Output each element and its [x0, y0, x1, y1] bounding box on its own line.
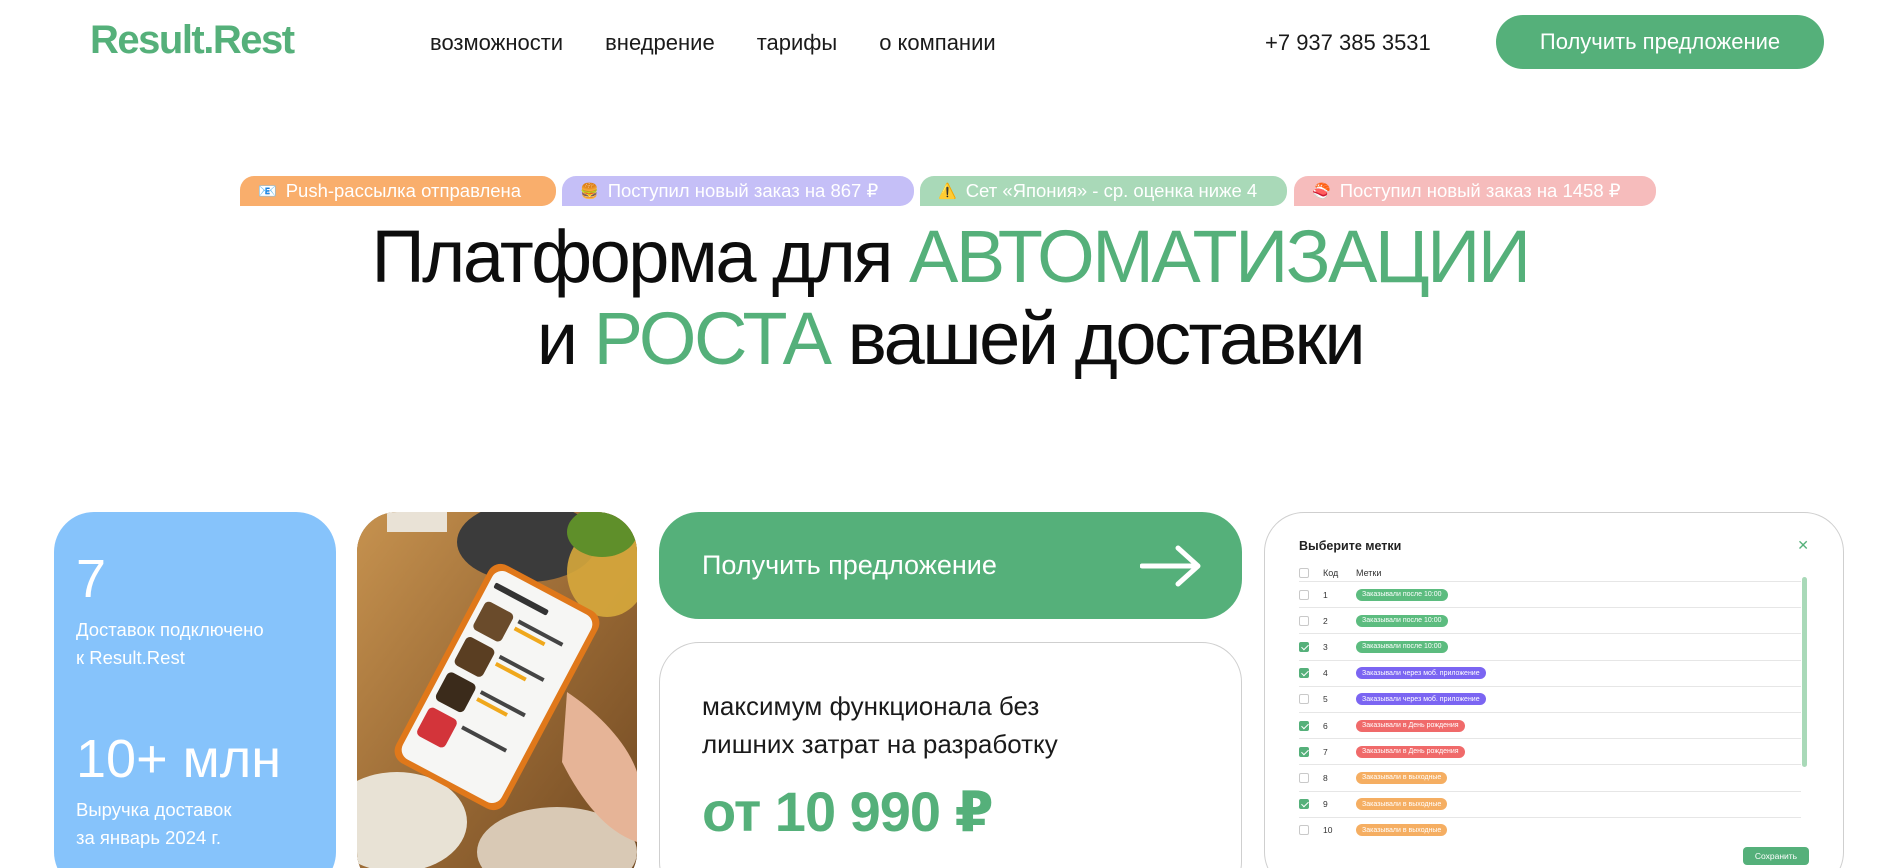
row-code: 9	[1323, 799, 1328, 810]
row-code: 7	[1323, 746, 1328, 757]
row-checkbox[interactable]	[1299, 694, 1309, 705]
phone-link[interactable]: +7 937 385 3531	[1265, 30, 1431, 56]
headline-accent: РОСТА	[593, 297, 832, 380]
col-code-header: Код	[1323, 568, 1339, 578]
tag-badge: Заказывали в День рождения	[1356, 745, 1465, 758]
row-checkbox[interactable]	[1299, 799, 1309, 810]
row-code: 10	[1323, 825, 1333, 836]
warning-icon: ⚠️	[938, 183, 957, 200]
tag-badge: Заказывали в выходные	[1356, 798, 1448, 811]
row-code: 3	[1323, 641, 1328, 652]
tag-badge: Заказывали в выходные	[1356, 824, 1448, 837]
row-checkbox[interactable]	[1299, 668, 1309, 679]
hero-headline: Платформа для АВТОМАТИЗАЦИИ и РОСТА ваше…	[0, 216, 1900, 380]
table-row[interactable]: 10 Заказывали в выходные	[1299, 816, 1801, 843]
header-get-offer-button[interactable]: Получить предложение	[1496, 15, 1824, 69]
price-desc-line: максимум функционала без	[702, 691, 1040, 721]
table-row[interactable]: 2 Заказывали после 10:00	[1299, 607, 1801, 633]
table-row[interactable]: 7 Заказывали в День рождения	[1299, 738, 1801, 764]
tag-badge: Заказывали через моб. приложение	[1356, 693, 1486, 706]
main-nav: возможности внедрение тарифы о компании	[430, 30, 996, 56]
row-checkbox[interactable]	[1299, 746, 1309, 757]
nav-pricing[interactable]: тарифы	[757, 30, 838, 56]
price-value: от 10 990 ₽	[702, 780, 994, 843]
nav-about[interactable]: о компании	[879, 30, 995, 56]
col-tags-header: Метки	[1356, 568, 1382, 578]
row-checkbox[interactable]	[1299, 825, 1309, 836]
app-photo	[357, 512, 637, 868]
price-desc-line: лишних затрат на разработку	[702, 729, 1058, 759]
row-code: 6	[1323, 720, 1328, 731]
notification-text: Push-рассылка отправлена	[285, 180, 522, 201]
row-code: 8	[1323, 772, 1328, 783]
row-checkbox[interactable]	[1299, 720, 1309, 731]
table-row[interactable]: 8 Заказывали в выходные	[1299, 764, 1801, 790]
row-code: 4	[1323, 668, 1328, 679]
notification-order-2: 🍣 Поступил новый заказ на 1458 ₽	[1294, 176, 1656, 206]
tag-badge: Заказывали в выходные	[1356, 771, 1448, 784]
logo[interactable]: Result.Rest	[90, 18, 295, 63]
select-all-checkbox[interactable]	[1299, 568, 1309, 578]
notification-order: 🍔 Поступил новый заказ на 867 ₽	[562, 176, 914, 206]
row-code: 1	[1323, 589, 1328, 600]
notification-text: Поступил новый заказ на 867 ₽	[607, 180, 879, 201]
notification-text: Поступил новый заказ на 1458 ₽	[1339, 180, 1621, 201]
table-row[interactable]: 3 Заказывали после 10:00	[1299, 633, 1801, 659]
row-checkbox[interactable]	[1299, 615, 1309, 626]
tags-table-body: 1 Заказывали после 10:00 2 Заказывали после…	[1299, 581, 1809, 843]
mail-icon: 📧	[258, 183, 277, 200]
headline-text: Платформа для	[371, 215, 910, 298]
sushi-icon: 🍣	[1312, 183, 1331, 200]
row-checkbox[interactable]	[1299, 641, 1309, 652]
row-code: 5	[1323, 694, 1328, 705]
stat-label-line: за январь 2024 г.	[76, 827, 222, 848]
stat-label-line: Выручка доставок	[76, 799, 232, 820]
table-row[interactable]: 9 Заказывали в выходные	[1299, 790, 1801, 817]
notification-rating: ⚠️ Сет «Япония» - ср. оценка ниже 4	[920, 176, 1287, 206]
headline-text: вашей доставки	[829, 297, 1366, 380]
scrollbar[interactable]	[1802, 577, 1807, 767]
stat-deliveries-value: 7	[76, 549, 107, 609]
nav-features[interactable]: возможности	[430, 30, 563, 56]
tag-badge: Заказывали после 10:00	[1356, 588, 1448, 601]
row-checkbox[interactable]	[1299, 772, 1309, 783]
nav-implementation[interactable]: внедрение	[605, 30, 715, 56]
stat-label-line: Доставок подключено	[76, 619, 264, 640]
table-row[interactable]: 4 Заказывали через моб. приложение	[1299, 659, 1801, 686]
close-icon[interactable]: ✕	[1797, 537, 1809, 554]
price-card: максимум функционала без лишних затрат н…	[659, 642, 1242, 868]
row-code: 2	[1323, 615, 1328, 626]
stat-revenue-value: 10+ млн	[76, 729, 282, 789]
price-description: максимум функционала без лишних затрат н…	[702, 687, 1199, 763]
stat-deliveries-label: Доставок подключено к Result.Rest	[76, 616, 314, 672]
headline-text: и	[536, 297, 594, 380]
tag-badge: Заказывали через моб. приложение	[1356, 667, 1486, 680]
get-offer-label: Получить предложение	[702, 550, 997, 580]
table-row[interactable]: 5 Заказывали через моб. приложение	[1299, 685, 1801, 712]
phone-photo-illustration	[357, 512, 637, 868]
arrow-right-icon	[1140, 545, 1201, 586]
stat-label-line: к Result.Rest	[76, 647, 185, 668]
row-checkbox[interactable]	[1299, 589, 1309, 600]
table-row[interactable]: 6 Заказывали в День рождения	[1299, 711, 1801, 738]
get-offer-card-button[interactable]: Получить предложение	[659, 512, 1242, 619]
table-row[interactable]: 1 Заказывали после 10:00	[1299, 581, 1801, 607]
tags-modal-title: Выберите метки	[1299, 539, 1402, 553]
stats-card: 7 Доставок подключено к Result.Rest 10+ …	[54, 512, 336, 868]
save-button[interactable]: Сохранить	[1743, 847, 1809, 865]
headline-accent: АВТОМАТИЗАЦИИ	[909, 215, 1531, 298]
tags-modal-preview: Выберите метки ✕ Код Метки 1 Заказывали п…	[1264, 512, 1844, 868]
notification-text: Сет «Япония» - ср. оценка ниже 4	[965, 180, 1258, 201]
stat-revenue-label: Выручка доставок за январь 2024 г.	[76, 796, 314, 852]
notification-push: 📧 Push-рассылка отправлена	[240, 176, 556, 206]
tag-badge: Заказывали в День рождения	[1356, 719, 1465, 732]
burger-icon: 🍔	[580, 183, 599, 200]
tag-badge: Заказывали после 10:00	[1356, 614, 1448, 627]
tags-table-header: Код Метки	[1299, 565, 1809, 581]
tag-badge: Заказывали после 10:00	[1356, 640, 1448, 653]
